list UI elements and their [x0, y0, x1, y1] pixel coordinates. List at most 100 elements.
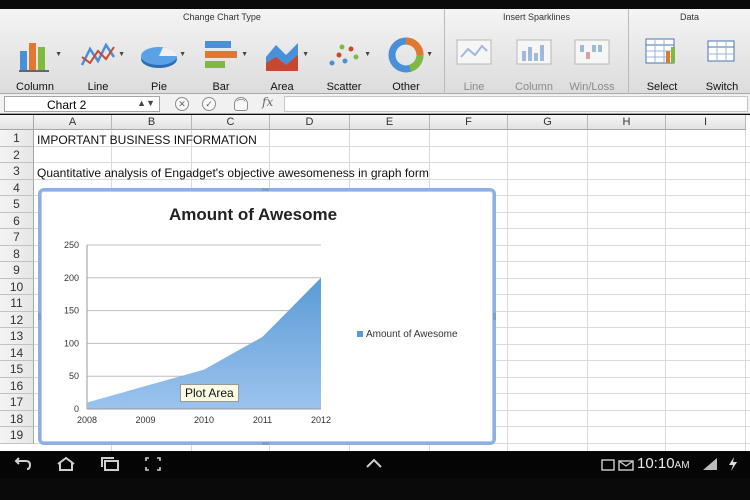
- y-tick-label: 0: [74, 404, 79, 414]
- row-header-9[interactable]: 9: [0, 262, 34, 279]
- chevron-down-icon: ▼: [55, 51, 62, 58]
- select-all-corner[interactable]: [0, 115, 34, 130]
- row-header-17[interactable]: 17: [0, 394, 34, 411]
- row-header-19[interactable]: 19: [0, 427, 34, 444]
- scatter-label: Scatter: [326, 81, 362, 93]
- column-chart-icon: [19, 43, 49, 72]
- insert-sparklines-group: Insert Sparklines Line Column Win/Loss: [444, 9, 628, 94]
- column-header-e[interactable]: E: [350, 115, 430, 130]
- legend-label: Amount of Awesome: [366, 329, 458, 340]
- other-chart-button[interactable]: ▼ Other: [377, 31, 435, 93]
- scatter-chart-icon: [329, 44, 359, 66]
- plot-area-tooltip: Plot Area: [180, 384, 239, 402]
- bar-chart-button[interactable]: ▼ Bar: [192, 31, 250, 93]
- row-header-4[interactable]: 4: [0, 179, 34, 196]
- row-header-8[interactable]: 8: [0, 245, 34, 262]
- row-header-1[interactable]: 1: [0, 130, 34, 147]
- sparkline-winloss-button[interactable]: Win/Loss: [563, 31, 621, 93]
- wifi-icon: [703, 458, 717, 470]
- cell-a3[interactable]: Quantitative analysis of Engadget's obje…: [37, 165, 429, 181]
- battery-icon: [729, 457, 737, 471]
- name-box[interactable]: Chart 2 ▲▼: [4, 96, 160, 112]
- chevron-down-icon: ▼: [426, 51, 433, 58]
- select-data-button[interactable]: Select: [633, 31, 691, 93]
- legend-swatch: [357, 331, 363, 337]
- row-header-6[interactable]: 6: [0, 212, 34, 229]
- row-header-5[interactable]: 5: [0, 196, 34, 213]
- y-tick-label: 250: [64, 240, 79, 250]
- group-title-insert-sparklines: Insert Sparklines: [502, 12, 571, 22]
- sparkline-winloss-label: Win/Loss: [569, 81, 615, 93]
- row-header-13[interactable]: 13: [0, 328, 34, 345]
- change-chart-type-group: Change Chart Type ▼ Column ▼ Line ▼ Pie: [0, 9, 444, 94]
- switch-label: Switch: [705, 81, 739, 93]
- area-label: Area: [270, 81, 294, 93]
- row-header-7[interactable]: 7: [0, 229, 34, 246]
- row-header-16[interactable]: 16: [0, 377, 34, 394]
- chevron-down-icon: ▼: [302, 51, 309, 58]
- switch-plot-icon: [707, 40, 735, 62]
- cell-a1[interactable]: IMPORTANT BUSINESS INFORMATION: [37, 132, 257, 148]
- column-header-d[interactable]: D: [270, 115, 350, 130]
- scatter-chart-button[interactable]: ▼ Scatter: [315, 31, 373, 93]
- area-chart[interactable]: 0 50 100 150 200 250 2008 2009 2010 2011 2012: [41, 191, 493, 442]
- column-header-a[interactable]: A: [34, 115, 112, 130]
- x-tick-label: 2011: [253, 415, 272, 425]
- grid-row-line: [34, 162, 750, 163]
- recent-apps-icon[interactable]: [100, 456, 120, 472]
- pie-chart-button[interactable]: ▼ Pie: [130, 31, 188, 93]
- y-tick-label: 200: [64, 273, 79, 283]
- sparkline-line-button[interactable]: Line: [445, 31, 503, 93]
- x-tick-label: 2008: [77, 415, 97, 425]
- name-box-stepper-icon[interactable]: ▲▼: [137, 98, 155, 108]
- column-header-g[interactable]: G: [508, 115, 588, 130]
- column-header-c[interactable]: C: [192, 115, 270, 130]
- accept-icon[interactable]: ✓: [202, 97, 216, 111]
- line-chart-button[interactable]: ▼ Line: [69, 31, 127, 93]
- column-header-f[interactable]: F: [430, 115, 508, 130]
- switch-row-column-button[interactable]: Switch: [693, 31, 750, 93]
- resize-handle-right[interactable]: [493, 313, 496, 320]
- column-header-h[interactable]: H: [588, 115, 666, 130]
- formula-input[interactable]: [284, 96, 748, 112]
- cancel-icon[interactable]: ✕: [175, 97, 189, 111]
- group-title-data: Data: [679, 12, 699, 22]
- function-icon[interactable]: fx: [262, 95, 273, 109]
- column-label: Column: [16, 81, 54, 93]
- column-header-i[interactable]: I: [666, 115, 746, 130]
- status-clock: 10:10AM: [637, 455, 690, 472]
- sparkline-column-button[interactable]: Column: [505, 31, 563, 93]
- ribbon: Change Chart Type ▼ Column ▼ Line ▼ Pie: [0, 9, 750, 94]
- area-chart-button[interactable]: ▼ Area: [253, 31, 311, 93]
- chart-object[interactable]: Amount of Awesome 0 50 100 150 200 250 2008 200…: [38, 188, 496, 445]
- resize-handle-bottom[interactable]: [262, 442, 269, 445]
- sparkline-column-label: Column: [515, 81, 553, 93]
- row-header-10[interactable]: 10: [0, 278, 34, 295]
- pie-label: Pie: [151, 81, 167, 93]
- spreadsheet-grid: ABCDEFGHI 1 2 3 4 5 6 7 8 9 10 11 12 13 14 15 16 17 18 19 …: [0, 115, 750, 451]
- row-header-2[interactable]: 2: [0, 146, 34, 163]
- x-tick-label: 2012: [311, 415, 331, 425]
- home-icon[interactable]: [56, 456, 76, 472]
- row-header-3[interactable]: 3: [0, 163, 34, 180]
- row-header-15[interactable]: 15: [0, 361, 34, 378]
- column-chart-button[interactable]: ▼ Column: [6, 31, 64, 93]
- back-icon[interactable]: [12, 456, 32, 472]
- row-header-18[interactable]: 18: [0, 410, 34, 427]
- column-header-b[interactable]: B: [112, 115, 192, 130]
- line-chart-icon: [80, 42, 116, 66]
- row-header-12[interactable]: 12: [0, 311, 34, 328]
- y-tick-label: 150: [64, 306, 79, 316]
- row-header-11[interactable]: 11: [0, 295, 34, 312]
- android-navigation-bar: 10:10AM: [0, 452, 750, 478]
- row-header-14[interactable]: 14: [0, 344, 34, 361]
- chart-legend[interactable]: Amount of Awesome: [357, 329, 458, 340]
- screenshot-icon[interactable]: [144, 456, 162, 472]
- chevron-up-icon[interactable]: [364, 456, 384, 470]
- group-title-change-chart-type: Change Chart Type: [183, 12, 261, 22]
- chevron-down-icon: ▼: [241, 51, 248, 58]
- undo-icon[interactable]: ⌒: [234, 97, 248, 111]
- sparkline-winloss-icon: [574, 39, 610, 65]
- name-box-value: Chart 2: [47, 98, 87, 112]
- select-data-icon: [645, 38, 675, 64]
